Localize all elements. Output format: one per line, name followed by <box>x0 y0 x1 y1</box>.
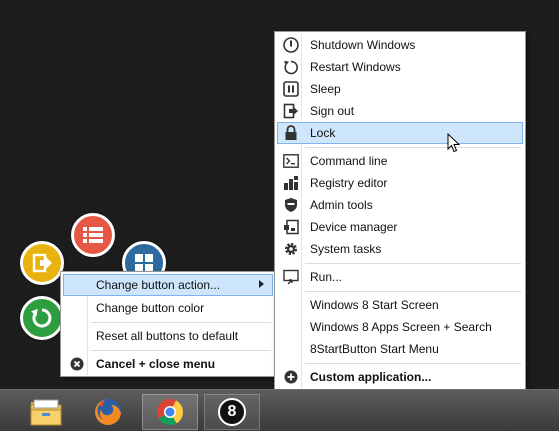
menu-item-label: Registry editor <box>310 176 388 190</box>
8-icon: 8 <box>218 398 246 426</box>
sign-out-icon <box>280 101 302 121</box>
pause-icon <box>280 79 302 99</box>
empty-icon <box>66 298 88 318</box>
menu-item-custom-application[interactable]: Custom application... <box>277 366 523 388</box>
menu-item-lock[interactable]: Lock <box>277 122 523 144</box>
menu-item-shutdown[interactable]: Shutdown Windows <box>277 34 523 56</box>
menu-item-restart[interactable]: Restart Windows <box>277 56 523 78</box>
mouse-cursor-icon <box>447 133 461 153</box>
restart-icon <box>31 308 52 328</box>
menu-item-label: Shutdown Windows <box>310 38 416 52</box>
folder-icon <box>30 399 62 426</box>
firefox-icon <box>95 399 121 425</box>
empty-icon <box>66 275 88 295</box>
menu-item-registry-editor[interactable]: Registry editor <box>277 172 523 194</box>
menu-item-sign-out[interactable]: Sign out <box>277 100 523 122</box>
menu-item-label: Restart Windows <box>310 60 401 74</box>
menu-item-label: Lock <box>310 126 336 140</box>
menu-item-win8-start-screen[interactable]: Windows 8 Start Screen <box>277 294 523 316</box>
action-menu: Shutdown Windows Restart Windows Sleep S… <box>274 31 526 391</box>
menu-item-label: 8StartButton Start Menu <box>310 342 439 356</box>
menu-item-label: Windows 8 Start Screen <box>310 298 439 312</box>
menu-item-8startbutton-menu[interactable]: 8StartButton Start Menu <box>277 338 523 360</box>
lock-icon <box>280 123 302 143</box>
menu-item-cancel-close-menu[interactable]: Cancel + close menu <box>63 353 273 375</box>
gear-icon <box>280 239 302 259</box>
menu-item-label: Reset all buttons to default <box>96 329 239 343</box>
8-icon-label: 8 <box>227 403 237 420</box>
empty-icon <box>66 326 88 346</box>
menu-separator <box>305 291 521 292</box>
list-icon <box>83 227 103 243</box>
circle-button-restart[interactable] <box>20 296 64 340</box>
empty-icon <box>280 295 302 315</box>
menu-item-system-tasks[interactable]: System tasks <box>277 238 523 260</box>
menu-item-command-line[interactable]: Command line <box>277 150 523 172</box>
close-circle-icon <box>66 354 88 374</box>
power-icon <box>280 35 302 55</box>
menu-item-label: Admin tools <box>310 198 373 212</box>
menu-item-label: Change button action... <box>96 278 221 292</box>
menu-item-label: Run... <box>310 270 343 284</box>
menu-separator <box>91 322 271 323</box>
menu-separator <box>305 363 521 364</box>
menu-separator <box>91 350 271 351</box>
chrome-icon <box>157 399 184 426</box>
taskbar: 8 <box>0 389 559 431</box>
menu-separator <box>305 147 521 148</box>
terminal-icon <box>280 151 302 171</box>
restart-icon <box>280 57 302 77</box>
menu-item-label: Windows 8 Apps Screen + Search <box>310 320 492 334</box>
taskbar-8startbutton[interactable]: 8 <box>204 394 260 430</box>
menu-item-label: Sleep <box>310 82 341 96</box>
menu-item-run[interactable]: Run... <box>277 266 523 288</box>
menu-item-device-manager[interactable]: Device manager <box>277 216 523 238</box>
button-context-menu: Change button action... Change button co… <box>60 271 276 377</box>
menu-item-label: System tasks <box>310 242 382 256</box>
menu-item-label: Sign out <box>310 104 355 118</box>
empty-icon <box>280 339 302 359</box>
menu-item-sleep[interactable]: Sleep <box>277 78 523 100</box>
menu-item-label: Custom application... <box>310 370 432 384</box>
plus-circle-icon <box>280 367 302 387</box>
taskbar-file-explorer[interactable] <box>18 394 74 430</box>
menu-separator <box>305 263 521 264</box>
menu-item-label: Command line <box>310 154 388 168</box>
menu-item-label: Change button color <box>96 301 205 315</box>
shield-icon <box>280 195 302 215</box>
registry-icon <box>280 173 302 193</box>
device-icon <box>280 217 302 237</box>
menu-item-change-button-color[interactable]: Change button color <box>63 297 273 319</box>
menu-item-reset-all-buttons[interactable]: Reset all buttons to default <box>63 325 273 347</box>
menu-item-change-button-action[interactable]: Change button action... <box>63 274 273 296</box>
empty-icon <box>280 317 302 337</box>
sign-out-icon <box>32 253 52 273</box>
submenu-arrow-icon <box>259 280 264 288</box>
menu-item-win8-apps-screen[interactable]: Windows 8 Apps Screen + Search <box>277 316 523 338</box>
taskbar-firefox[interactable] <box>80 394 136 430</box>
run-icon <box>280 267 302 287</box>
menu-item-label: Cancel + close menu <box>96 357 216 371</box>
taskbar-chrome[interactable] <box>142 394 198 430</box>
circle-button-menu-list[interactable] <box>71 213 115 257</box>
circle-button-sign-out[interactable] <box>20 241 64 285</box>
menu-item-admin-tools[interactable]: Admin tools <box>277 194 523 216</box>
menu-item-label: Device manager <box>310 220 398 234</box>
